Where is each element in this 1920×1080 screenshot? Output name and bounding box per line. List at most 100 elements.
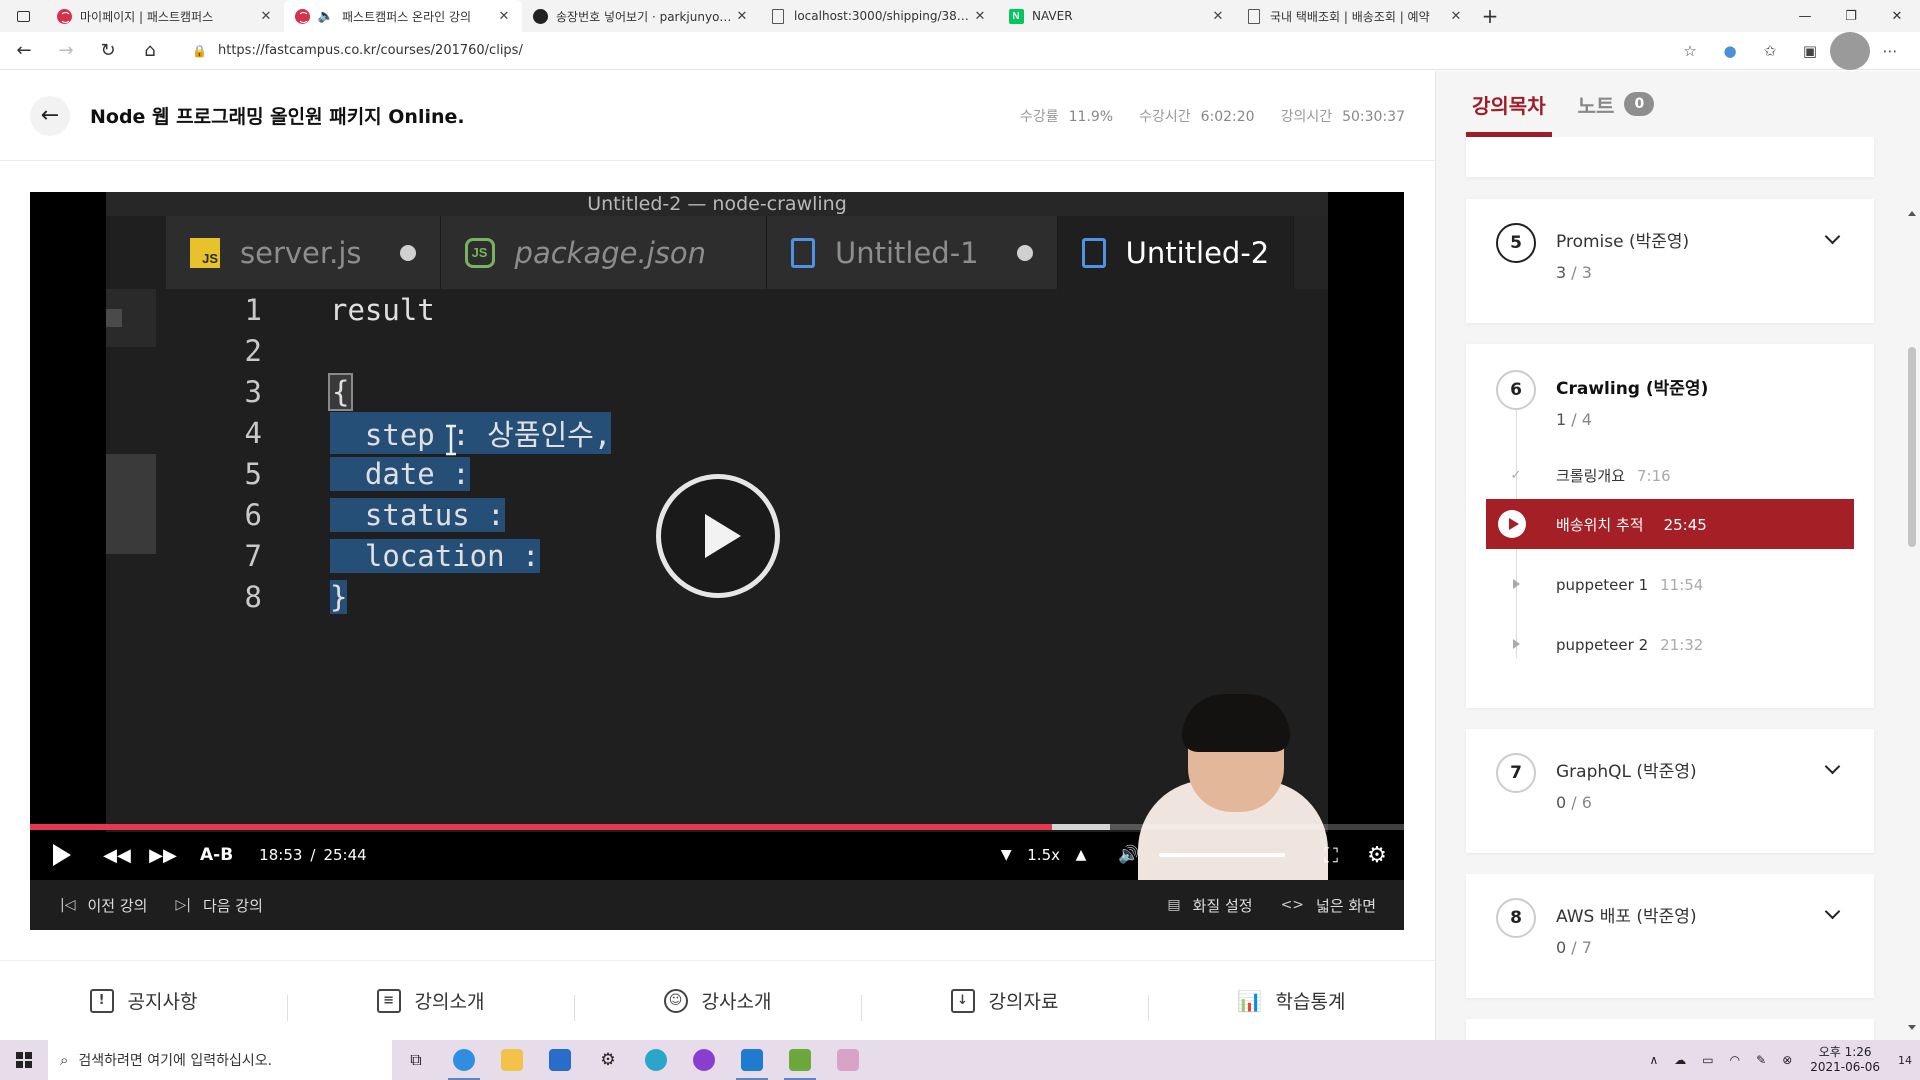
- ab-repeat-button[interactable]: A-B: [200, 830, 233, 880]
- onedrive-icon[interactable]: ☁: [1674, 1053, 1686, 1067]
- app-q-icon[interactable]: [632, 1040, 680, 1080]
- task-view-icon[interactable]: ⧉: [392, 1040, 440, 1080]
- scroll-down-icon[interactable]: [1908, 1025, 1916, 1030]
- clip-item[interactable]: puppeteer 2 21:32: [1466, 620, 1874, 670]
- favorite-add-icon[interactable]: ☆: [1670, 32, 1710, 70]
- browser-tab[interactable]: 송장번호 넣어보기 · parkjunyoung ✕: [522, 0, 760, 32]
- section-card[interactable]: 8 AWS 배포 (박준영) 0 / 7: [1466, 874, 1874, 998]
- more-icon[interactable]: ⋯: [1870, 32, 1910, 70]
- chevron-down-icon[interactable]: [1824, 758, 1841, 775]
- forward-button[interactable]: ▶▶: [140, 830, 186, 880]
- pen-icon[interactable]: ✎: [1756, 1053, 1766, 1067]
- paint-icon[interactable]: [824, 1040, 872, 1080]
- prev-lecture-button[interactable]: |◁ 이전 강의: [60, 895, 147, 916]
- minimize-icon[interactable]: —: [1782, 0, 1828, 32]
- file-icon: [790, 237, 815, 268]
- tab-notice[interactable]: ! 공지사항: [0, 987, 287, 1014]
- browser-tab[interactable]: localhost:3000/shipping/386703 ✕: [760, 0, 998, 32]
- back-icon[interactable]: ←: [6, 33, 42, 69]
- search-placeholder: 검색하려면 여기에 입력하십시오.: [78, 1053, 273, 1069]
- tab-actions-icon[interactable]: [0, 0, 46, 32]
- code-line: 1 result: [244, 292, 435, 327]
- next-lecture-button[interactable]: ▷| 다음 강의: [175, 895, 262, 916]
- close-tab-icon[interactable]: ✕: [258, 9, 274, 24]
- skip-next-icon: ▷|: [175, 897, 191, 913]
- rate-down-button[interactable]: ▼: [991, 830, 1021, 880]
- chevron-down-icon[interactable]: [1824, 903, 1841, 920]
- play-circle-icon: [1498, 510, 1526, 538]
- speaker-icon[interactable]: 🔈: [318, 8, 334, 24]
- browser-tab[interactable]: 국내 택배조회 | 배송조회 | 예약 ✕: [1236, 0, 1474, 32]
- scroll-up-icon[interactable]: [1908, 211, 1916, 216]
- new-tab-button[interactable]: +: [1474, 4, 1506, 28]
- tab-course-intro[interactable]: ≡ 강의소개: [287, 987, 574, 1021]
- collections-icon[interactable]: ▣: [1790, 32, 1830, 70]
- tab-curriculum[interactable]: 강의목차: [1466, 71, 1552, 137]
- section-card[interactable]: 7 GraphQL (박준영) 0 / 6: [1466, 729, 1874, 853]
- course-title: Node 웹 프로그래밍 올인원 패키지 Online.: [90, 106, 465, 128]
- wide-screen-button[interactable]: <> 넓은 화면: [1281, 895, 1376, 916]
- tab-instructor[interactable]: ☺ 강사소개: [574, 987, 861, 1021]
- chrome-icon[interactable]: [680, 1040, 728, 1080]
- restore-icon[interactable]: ❐: [1828, 0, 1874, 32]
- tray-chevron-icon[interactable]: ∧: [1650, 1053, 1659, 1067]
- home-icon[interactable]: ⌂: [132, 33, 168, 69]
- taskbar-search-box[interactable]: ⌕ 검색하려면 여기에 입력하십시오.: [48, 1040, 392, 1080]
- start-button[interactable]: [0, 1040, 48, 1080]
- section-card[interactable]: 5 Promise (박준영) 3 / 3: [1466, 199, 1874, 323]
- tab-materials[interactable]: ↓ 강의자료: [861, 987, 1148, 1021]
- notes-count-badge: 0: [1624, 92, 1655, 116]
- modified-dot-icon: [1016, 244, 1033, 261]
- battery-icon[interactable]: ▭: [1702, 1053, 1713, 1067]
- browser-tab[interactable]: N NAVER ✕: [998, 0, 1236, 32]
- time-separator: /: [310, 846, 316, 864]
- close-tab-icon[interactable]: ✕: [1448, 9, 1464, 24]
- rewind-button[interactable]: ◀◀: [94, 830, 140, 880]
- quality-settings-button[interactable]: ▤ 화질 설정: [1167, 895, 1252, 916]
- play-button[interactable]: [42, 830, 82, 880]
- rate-up-button[interactable]: ▲: [1066, 830, 1096, 880]
- clip-item[interactable]: ✓ 크롤링개요 7:16: [1466, 450, 1874, 500]
- notification-center-icon[interactable]: 14: [1890, 1040, 1920, 1080]
- tab-statistics[interactable]: 📊 학습통계: [1148, 987, 1435, 1021]
- edge-browser-icon[interactable]: [440, 1040, 488, 1080]
- editor-title: Untitled-2 — node-crawling: [106, 192, 1328, 216]
- close-tab-icon[interactable]: ✕: [496, 9, 512, 24]
- volume-muted-icon[interactable]: ⊗: [1782, 1053, 1792, 1067]
- settings-gear-icon[interactable]: ⚙: [1354, 830, 1400, 880]
- fullscreen-icon[interactable]: ⛶: [1308, 830, 1354, 880]
- mail-icon[interactable]: [536, 1040, 584, 1080]
- skip-previous-icon: |◁: [60, 897, 76, 913]
- browser-tab[interactable]: 마이페이지 | 패스트캠퍼스 ✕: [46, 0, 284, 32]
- big-play-button[interactable]: [656, 474, 780, 598]
- js-file-icon: JS: [190, 237, 220, 268]
- extension-icon[interactable]: ●: [1710, 32, 1750, 70]
- video-player[interactable]: Untitled-2 — node-crawling JS server.js …: [30, 192, 1404, 880]
- clip-item[interactable]: puppeteer 1 11:54: [1466, 560, 1874, 610]
- volume-icon[interactable]: 🔊: [1106, 830, 1152, 880]
- chevron-down-icon[interactable]: [1824, 228, 1841, 245]
- scroll-thumb[interactable]: [1908, 347, 1916, 547]
- volume-slider[interactable]: [1152, 830, 1292, 880]
- url-field[interactable]: 🔒 https://fastcampus.co.kr/courses/20176…: [182, 35, 1642, 66]
- close-tab-icon[interactable]: ✕: [734, 9, 750, 24]
- vscode-icon[interactable]: [728, 1040, 776, 1080]
- clip-item-playing[interactable]: 배송위치 추적 25:45: [1486, 499, 1854, 549]
- browser-tab-active[interactable]: 🔈 패스트캠퍼스 온라인 강의 ✕: [284, 0, 522, 32]
- tab-notes[interactable]: 노트 0: [1578, 71, 1655, 137]
- favorites-icon[interactable]: ✩: [1750, 32, 1790, 70]
- taskbar-clock[interactable]: 오후 1:26 2021-06-06: [1810, 1045, 1880, 1075]
- forward-icon[interactable]: →: [48, 33, 84, 69]
- wifi-icon[interactable]: ◠: [1730, 1053, 1740, 1067]
- close-window-icon[interactable]: ✕: [1874, 0, 1920, 32]
- terminal-app-icon[interactable]: [776, 1040, 824, 1080]
- settings-icon[interactable]: ⚙: [584, 1040, 632, 1080]
- file-explorer-icon[interactable]: [488, 1040, 536, 1080]
- profile-icon[interactable]: [1830, 32, 1870, 70]
- section-card-expanded: 6 Crawling (박준영) 1 / 4 ✓ 크롤링개요 7:16 배송위치 …: [1466, 344, 1874, 708]
- panel-scrollbar[interactable]: [1904, 137, 1920, 1040]
- refresh-icon[interactable]: ↻: [90, 33, 126, 69]
- back-arrow-icon[interactable]: ←: [30, 95, 70, 136]
- close-tab-icon[interactable]: ✕: [972, 9, 988, 24]
- close-tab-icon[interactable]: ✕: [1210, 9, 1226, 24]
